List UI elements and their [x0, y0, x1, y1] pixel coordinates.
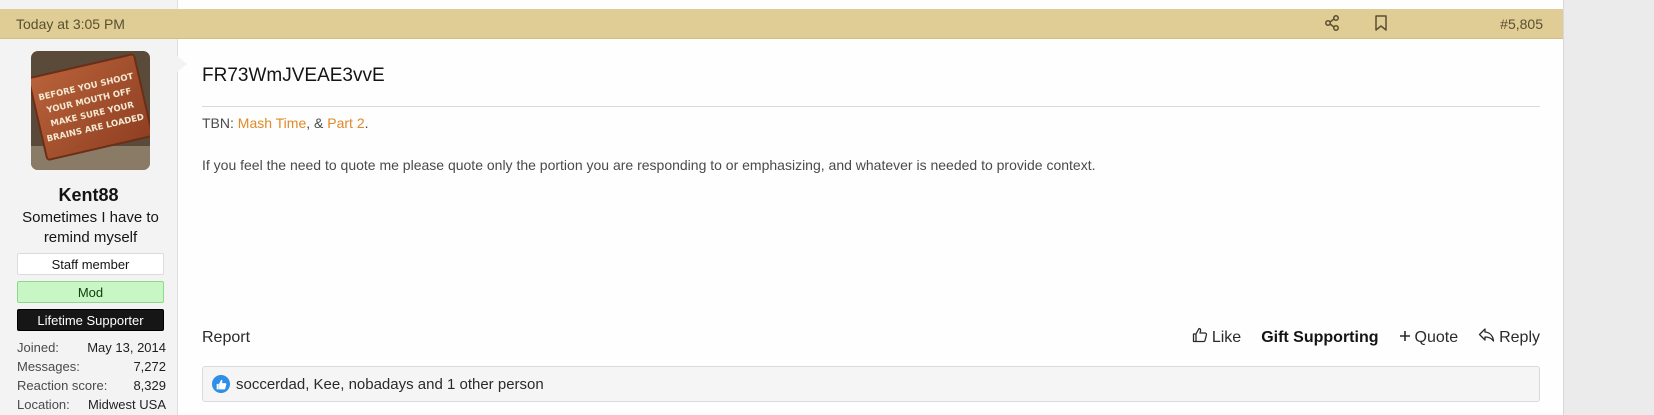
user-panel-top [0, 0, 178, 9]
stat-label: Messages: [17, 359, 80, 374]
post-header: Today at 3:05 PM #5,805 [0, 9, 1563, 39]
stat-joined: Joined: May 13, 2014 [17, 338, 166, 357]
lifetime-supporter-banner: Lifetime Supporter [17, 309, 164, 331]
signature-divider [202, 106, 1540, 107]
post-number-link[interactable]: #5,805 [1500, 16, 1543, 32]
reply-button[interactable]: Reply [1478, 327, 1540, 348]
signature-note: If you feel the need to quote me please … [202, 157, 1096, 173]
post-arrow [177, 56, 187, 72]
like-button[interactable]: Like [1192, 327, 1241, 348]
user-stats: Joined: May 13, 2014 Messages: 7,272 React… [17, 338, 166, 414]
reply-icon [1478, 327, 1495, 348]
stat-messages: Messages: 7,272 [17, 357, 166, 376]
like-label: Like [1211, 328, 1242, 346]
report-button[interactable]: Report [202, 329, 250, 347]
staff-member-banner: Staff member [17, 253, 164, 275]
quote-button[interactable]: Quote [1399, 328, 1459, 347]
reactions-bar[interactable]: soccerdad, Kee, nobadays and 1 other per… [202, 366, 1540, 402]
user-panel: BEFORE YOU SHOOT YOUR MOUTH OFF MAKE SUR… [0, 39, 178, 415]
signature-separator: , & [306, 115, 328, 131]
reply-label: Reply [1499, 328, 1540, 346]
mod-banner: Mod [17, 281, 164, 303]
signature-suffix: . [364, 115, 369, 131]
bookmark-icon[interactable] [1372, 14, 1390, 32]
stat-value: Midwest USA [87, 397, 166, 412]
stat-reaction-score: Reaction score: 8,329 [17, 376, 166, 395]
post-body-text: FR73WmJVEAE3vvE [202, 65, 385, 86]
post-actions: Like Gift Supporting Quote Reply [1192, 327, 1540, 348]
stat-value: 8,329 [133, 378, 166, 393]
gift-supporting-button[interactable]: Gift Supporting [1261, 329, 1378, 347]
user-avatar[interactable]: BEFORE YOU SHOOT YOUR MOUTH OFF MAKE SUR… [31, 51, 150, 170]
post-container: Today at 3:05 PM #5,805 BEFORE YOU SHOOT… [0, 0, 1564, 415]
part-2-link[interactable]: Part 2 [327, 115, 364, 131]
username[interactable]: Kent88 [0, 185, 177, 206]
thumbs-up-icon [1192, 327, 1208, 348]
user-title: Sometimes I have to remind myself [22, 209, 159, 246]
post-date[interactable]: Today at 3:05 PM [16, 16, 125, 32]
signature-prefix: TBN: [202, 115, 238, 131]
stat-label: Reaction score: [17, 378, 108, 393]
stat-value: May 13, 2014 [87, 340, 166, 355]
quote-label: Quote [1414, 328, 1459, 346]
stat-value: 7,272 [133, 359, 166, 374]
mash-time-link[interactable]: Mash Time [238, 115, 306, 131]
plus-icon [1399, 329, 1411, 347]
like-reaction-icon [212, 375, 230, 393]
reactions-list[interactable]: soccerdad, Kee, nobadays and 1 other per… [236, 376, 544, 393]
stat-location: Location: Midwest USA [17, 395, 166, 414]
share-icon[interactable] [1323, 14, 1341, 32]
signature-line: TBN: Mash Time, & Part 2. [202, 115, 369, 131]
stat-label: Location: [17, 397, 70, 412]
stat-label: Joined: [17, 340, 59, 355]
